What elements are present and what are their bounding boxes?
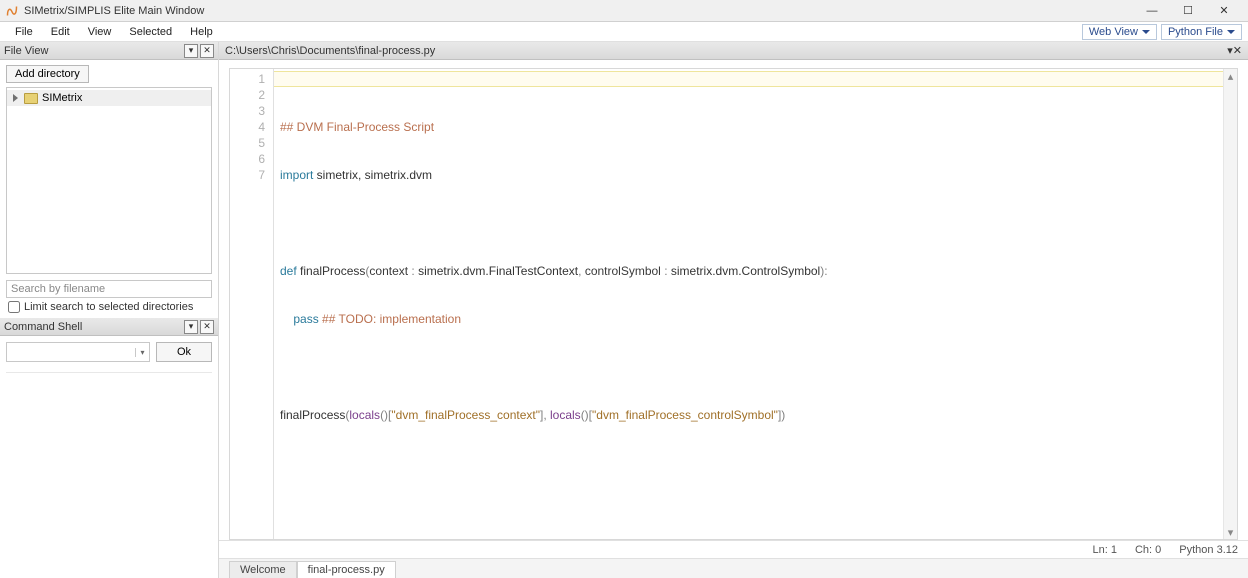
tab-welcome[interactable]: Welcome [229,561,297,578]
menu-view[interactable]: View [79,24,121,40]
editor-close-button[interactable]: ✕ [1233,44,1242,57]
status-bar: Ln: 1 Ch: 0 Python 3.12 [219,540,1248,558]
command-output [6,372,212,572]
fileview-close-button[interactable]: ✕ [200,44,214,58]
add-directory-button[interactable]: Add directory [6,65,89,83]
fileview-menu-button[interactable]: ▾ [184,44,198,58]
pythonfile-dropdown[interactable]: Python File [1161,24,1242,40]
line-gutter: 1 2 3 4 5 6 7 [230,69,274,539]
ok-button[interactable]: Ok [156,342,212,362]
tab-file[interactable]: final-process.py [297,561,396,578]
fileview-title: File View [4,45,182,57]
limit-search-label: Limit search to selected directories [24,301,193,313]
editor-path: C:\Users\Chris\Documents\final-process.p… [225,45,1227,57]
editor-tabs: Welcome final-process.py [219,558,1248,578]
chevron-down-icon [1227,30,1235,34]
tree-item-simetrix[interactable]: SIMetrix [7,90,211,106]
editor-header: C:\Users\Chris\Documents\final-process.p… [219,42,1248,60]
menu-bar: File Edit View Selected Help Web View Py… [0,22,1248,42]
cmdshell-menu-button[interactable]: ▾ [184,320,198,334]
webview-label: Web View [1089,26,1138,38]
command-input[interactable]: ▾ [6,342,150,362]
scroll-down-icon[interactable]: ▾ [1226,527,1236,537]
fileview-header: File View ▾ ✕ [0,42,218,60]
code-area[interactable]: ## DVM Final-Process Script import simet… [274,69,1223,539]
code-editor[interactable]: 1 2 3 4 5 6 7 ## DVM Final-Process Scrip… [229,68,1238,540]
cmdshell-close-button[interactable]: ✕ [200,320,214,334]
title-bar: SIMetrix/SIMPLIS Elite Main Window — ☐ ✕ [0,0,1248,22]
status-python: Python 3.12 [1179,544,1238,556]
limit-search-box[interactable] [8,301,20,313]
webview-dropdown[interactable]: Web View [1082,24,1157,40]
search-placeholder: Search by filename [11,283,105,295]
cmdshell-title: Command Shell [4,321,182,333]
status-col: Ch: 0 [1135,544,1161,556]
menu-edit[interactable]: Edit [42,24,79,40]
tree-item-label: SIMetrix [42,92,82,104]
command-dropdown-button[interactable]: ▾ [135,348,149,357]
menu-selected[interactable]: Selected [120,24,181,40]
app-logo-icon [6,5,18,17]
status-line: Ln: 1 [1093,544,1117,556]
menu-file[interactable]: File [6,24,42,40]
chevron-down-icon [1142,30,1150,34]
directory-tree[interactable]: SIMetrix [6,87,212,274]
chevron-right-icon [13,94,18,102]
close-button[interactable]: ✕ [1206,4,1242,17]
maximize-button[interactable]: ☐ [1170,4,1206,17]
folder-icon [24,93,38,104]
minimize-button[interactable]: — [1134,5,1170,17]
editor-scrollbar[interactable]: ▴ ▾ [1223,69,1237,539]
cmdshell-header: Command Shell ▾ ✕ [0,318,218,336]
scroll-up-icon[interactable]: ▴ [1226,71,1236,81]
search-input[interactable]: Search by filename [6,280,212,298]
chevron-down-icon: ▾ [140,348,144,357]
limit-search-checkbox[interactable]: Limit search to selected directories [6,301,212,313]
current-line-highlight [274,71,1223,87]
pythonfile-label: Python File [1168,26,1223,38]
menu-help[interactable]: Help [181,24,222,40]
window-title: SIMetrix/SIMPLIS Elite Main Window [24,5,1134,17]
